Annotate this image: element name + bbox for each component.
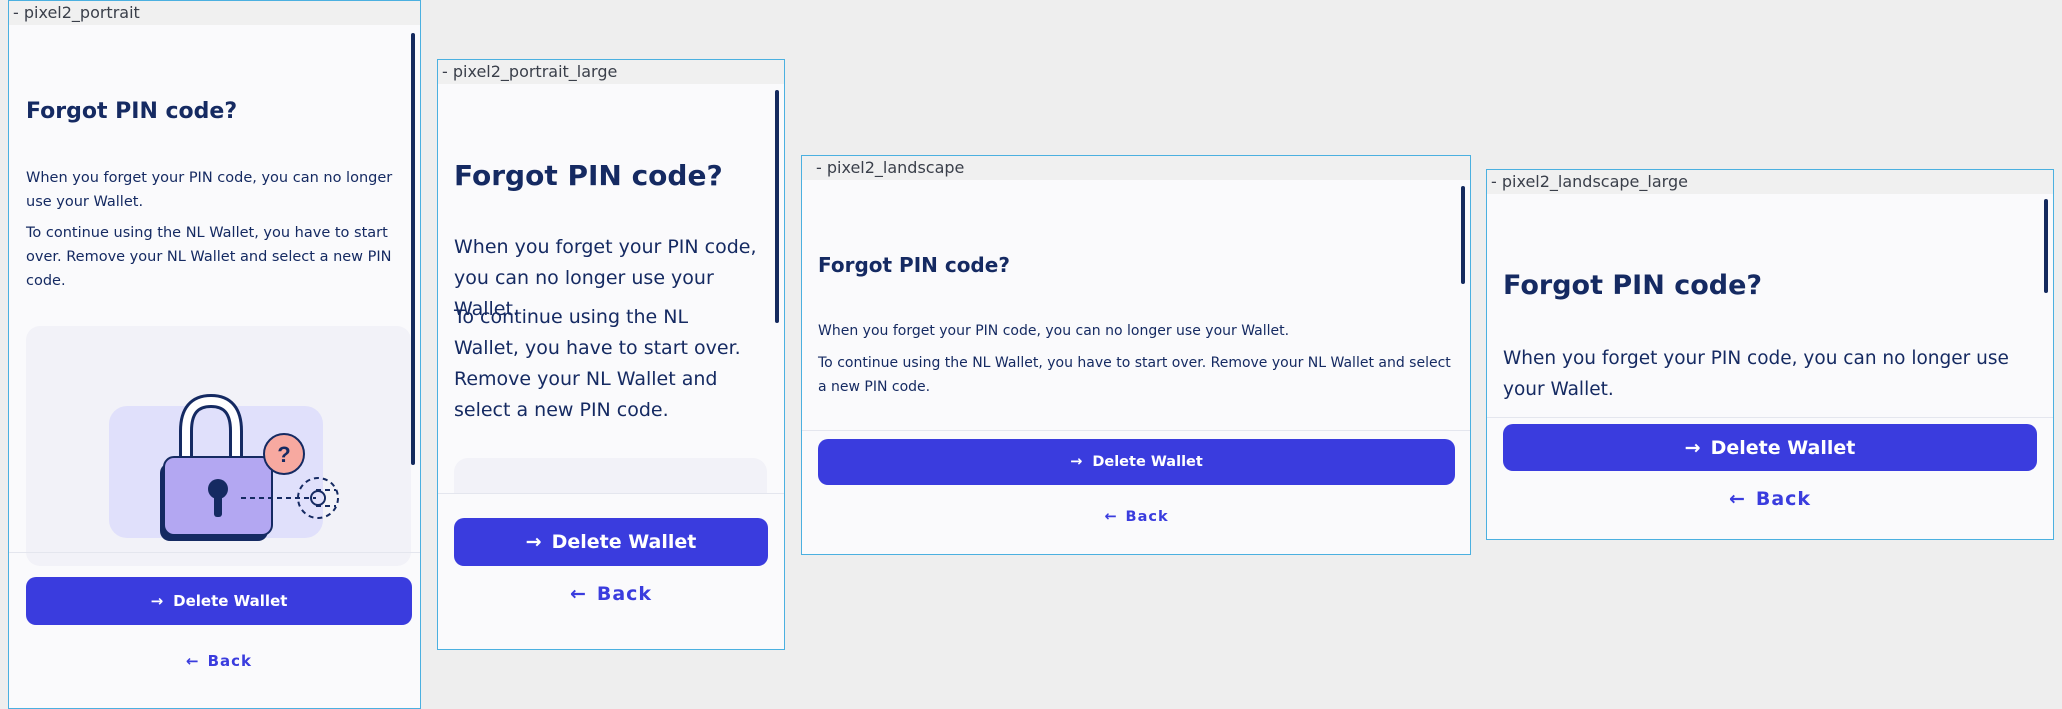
delete-wallet-button[interactable]: → Delete Wallet: [454, 518, 768, 566]
page-title: Forgot PIN code?: [454, 159, 723, 192]
divider: [9, 552, 420, 553]
frame-label: - pixel2_portrait_large: [438, 60, 784, 84]
delete-wallet-label: Delete Wallet: [1710, 436, 1856, 459]
delete-wallet-button[interactable]: → Delete Wallet: [1503, 424, 2037, 471]
body-paragraph-2: To continue using the NL Wallet, you hav…: [26, 225, 392, 289]
question-icon: ?: [277, 442, 290, 467]
arrow-right-icon: →: [150, 592, 164, 610]
arrow-right-icon: →: [525, 531, 542, 553]
back-label: Back: [1125, 509, 1169, 525]
frame-pixel2-portrait: - pixel2_portrait Forgot PIN code? When …: [8, 0, 421, 709]
arrow-right-icon: →: [1684, 436, 1701, 459]
back-label: Back: [596, 583, 653, 605]
page-title: Forgot PIN code?: [1503, 270, 1763, 301]
body-paragraph-1: When you forget your PIN code, you can n…: [1503, 348, 2009, 400]
arrow-left-icon: ←: [185, 652, 200, 670]
frame-pixel2-landscape: - pixel2_landscape Forgot PIN code? When…: [801, 155, 1471, 555]
delete-wallet-label: Delete Wallet: [173, 592, 288, 610]
scrollbar[interactable]: [411, 33, 415, 465]
frame-label: - pixel2_landscape_large: [1487, 170, 2053, 194]
frame-label: - pixel2_landscape: [802, 156, 1470, 180]
divider: [802, 430, 1470, 431]
arrow-left-icon: ←: [569, 583, 587, 605]
frame-label: - pixel2_portrait: [9, 1, 420, 25]
arrow-left-icon: ←: [1728, 488, 1746, 510]
back-label: Back: [1755, 488, 1812, 510]
delete-wallet-label: Delete Wallet: [551, 531, 697, 553]
back-button[interactable]: ← Back: [818, 505, 1455, 529]
arrow-left-icon: ←: [1104, 509, 1118, 525]
body-paragraph-2: To continue using the NL Wallet, you hav…: [818, 355, 1451, 395]
scrollbar[interactable]: [2044, 199, 2048, 293]
delete-wallet-button[interactable]: → Delete Wallet: [818, 439, 1455, 485]
frame-pixel2-landscape-large: - pixel2_landscape_large Forgot PIN code…: [1486, 169, 2054, 540]
page-title: Forgot PIN code?: [818, 253, 1010, 277]
back-button[interactable]: ← Back: [1503, 483, 2037, 515]
scrollbar[interactable]: [775, 90, 779, 323]
body-paragraph-1: When you forget your PIN code, you can n…: [26, 170, 393, 210]
lock-key-illustration: ?: [109, 393, 339, 541]
back-label: Back: [207, 652, 252, 670]
back-button[interactable]: ← Back: [26, 647, 412, 675]
delete-wallet-label: Delete Wallet: [1092, 454, 1203, 470]
arrow-right-icon: →: [1070, 454, 1083, 470]
body-paragraph-1: When you forget your PIN code, you can n…: [818, 323, 1290, 339]
frame-pixel2-portrait-large: - pixel2_portrait_large Forgot PIN code?…: [437, 59, 785, 650]
back-button[interactable]: ← Back: [454, 578, 768, 610]
page-title: Forgot PIN code?: [26, 99, 238, 124]
illustration-card: ?: [26, 326, 411, 566]
delete-wallet-button[interactable]: → Delete Wallet: [26, 577, 412, 625]
body-paragraph-2: To continue using the NL Wallet, you hav…: [454, 306, 741, 421]
scrollbar[interactable]: [1461, 186, 1465, 284]
